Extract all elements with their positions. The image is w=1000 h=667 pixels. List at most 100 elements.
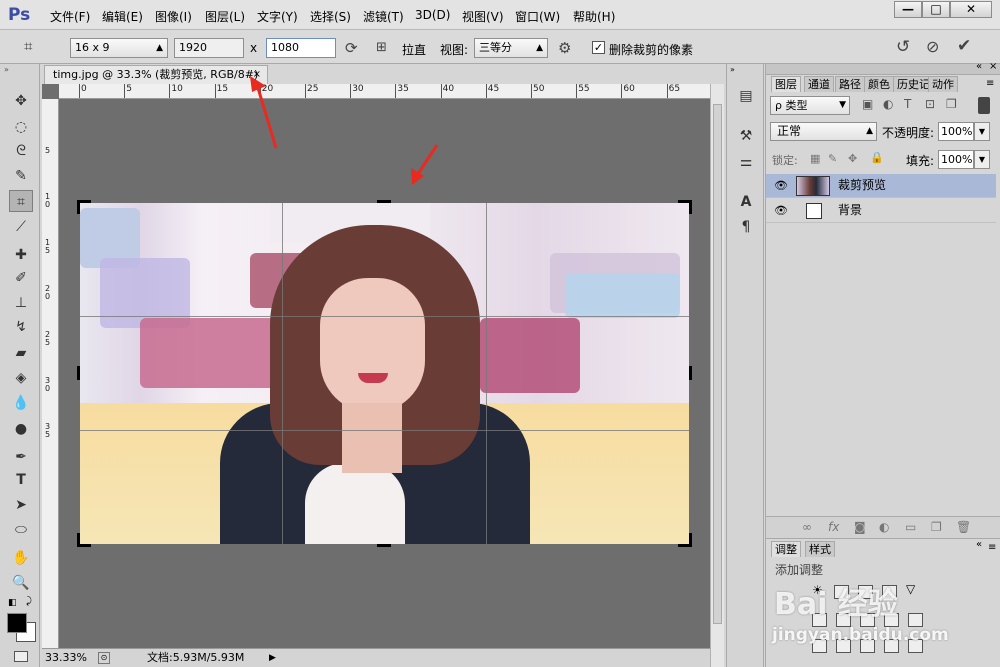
tab-adjustments[interactable]: 调整 xyxy=(771,541,801,557)
healing-brush-tool-icon[interactable]: ✚ xyxy=(9,244,33,266)
character-panel-icon[interactable]: A xyxy=(736,194,756,214)
type-filter-icon[interactable]: T xyxy=(904,97,911,111)
filter-toggle[interactable] xyxy=(978,97,990,114)
gear-icon[interactable]: ⚙ xyxy=(558,39,571,57)
crop-handle-left[interactable] xyxy=(77,366,80,380)
status-menu-arrow-icon[interactable]: ▶ xyxy=(269,649,276,667)
crop-handle-right[interactable] xyxy=(689,366,692,380)
brush-tool-icon[interactable]: ✐ xyxy=(9,267,33,289)
collapse-icon[interactable]: » xyxy=(730,65,735,74)
eraser-tool-icon[interactable]: ▰ xyxy=(9,342,33,364)
opacity-input[interactable]: 100% xyxy=(938,122,974,141)
panel-menu-icon[interactable]: ≡ xyxy=(986,78,994,89)
hand-tool-icon[interactable]: ✋ xyxy=(9,547,33,569)
tab-channels[interactable]: 通道 xyxy=(804,76,834,92)
fill-dropdown-icon[interactable]: ▼ xyxy=(974,150,990,169)
ratio-preset-select[interactable]: 16 x 9 ▲ xyxy=(70,38,168,58)
brush-presets-icon[interactable]: ⚌ xyxy=(736,154,756,174)
crop-tool-icon[interactable]: ⌗ xyxy=(24,37,32,55)
tab-color[interactable]: 颜色 xyxy=(864,76,894,92)
crop-handle-bottom[interactable] xyxy=(377,544,391,547)
lock-pixels-icon[interactable]: ✎ xyxy=(828,152,837,165)
new-layer-icon[interactable]: ❐ xyxy=(931,520,942,534)
history-panel-icon[interactable]: ▤ xyxy=(736,88,756,108)
close-window-button[interactable]: ✕ xyxy=(950,1,992,18)
share-icon[interactable]: ⊙ xyxy=(98,652,110,664)
quick-select-tool-icon[interactable]: ✎ xyxy=(9,165,33,187)
crop-handle-top-left[interactable] xyxy=(77,200,91,214)
zoom-tool-icon[interactable]: 🔍 xyxy=(9,572,33,594)
ellipse-tool-icon[interactable]: ⬭ xyxy=(9,519,33,541)
lock-transparent-icon[interactable]: ▦ xyxy=(810,152,820,165)
tab-paths[interactable]: 路径 xyxy=(835,76,865,92)
type-tool-icon[interactable]: T xyxy=(9,469,33,491)
commit-crop-icon[interactable]: ✔ xyxy=(957,36,971,56)
menu-select[interactable]: 选择(S) xyxy=(310,8,351,25)
layer-row-crop-preview[interactable]: 👁 裁剪预览 xyxy=(766,174,996,198)
crop-handle-bottom-left[interactable] xyxy=(77,533,91,547)
lock-position-icon[interactable]: ✥ xyxy=(848,152,857,165)
close-icon[interactable]: × xyxy=(253,66,261,84)
crop-height-input[interactable]: 1080 xyxy=(266,38,336,58)
crop-handle-bottom-right[interactable] xyxy=(678,533,692,547)
layer-style-icon[interactable]: fx xyxy=(828,520,839,534)
reset-crop-icon[interactable]: ↺ xyxy=(896,37,910,57)
menu-window[interactable]: 窗口(W) xyxy=(515,8,560,25)
opacity-dropdown-icon[interactable]: ▼ xyxy=(974,122,990,141)
crop-handle-top[interactable] xyxy=(377,200,391,203)
layer-kind-filter[interactable]: ρ 类型 ▼ xyxy=(770,96,850,115)
zoom-level[interactable]: 33.33% xyxy=(45,649,87,667)
swap-colors-icon[interactable]: ⤸ xyxy=(26,596,32,607)
straighten-icon[interactable]: ⊞ xyxy=(376,40,387,55)
dodge-tool-icon[interactable]: ● xyxy=(9,418,33,440)
layer-name[interactable]: 背景 xyxy=(838,199,862,222)
menu-image[interactable]: 图像(I) xyxy=(155,8,192,25)
pixel-filter-icon[interactable]: ▣ xyxy=(862,97,873,111)
scrollbar-thumb[interactable] xyxy=(713,104,722,624)
swap-dimensions-icon[interactable]: ⟳ xyxy=(345,39,358,57)
blend-mode-select[interactable]: 正常 ▲ xyxy=(770,122,877,141)
menu-filter[interactable]: 滤镜(T) xyxy=(363,8,404,25)
crop-tool-button[interactable]: ⌗ xyxy=(9,190,33,212)
lasso-tool-icon[interactable]: ᘓ xyxy=(9,140,33,162)
history-brush-tool-icon[interactable]: ↯ xyxy=(9,316,33,338)
path-select-tool-icon[interactable]: ➤ xyxy=(9,494,33,516)
clone-stamp-tool-icon[interactable]: ⊥ xyxy=(9,292,33,314)
menu-view[interactable]: 视图(V) xyxy=(462,8,504,25)
cancel-crop-icon[interactable]: ⊘ xyxy=(926,37,939,56)
shape-filter-icon[interactable]: ⊡ xyxy=(925,97,935,111)
delete-cropped-label[interactable]: 删除裁剪的像素 xyxy=(609,41,693,58)
blur-tool-icon[interactable]: 💧 xyxy=(9,392,33,414)
quick-mask-icon[interactable] xyxy=(14,651,28,662)
crop-handle-top-right[interactable] xyxy=(678,200,692,214)
close-icon[interactable]: × xyxy=(989,61,997,72)
add-mask-icon[interactable]: ◙ xyxy=(854,520,866,534)
overlay-view-select[interactable]: 三等分 ▲ xyxy=(474,38,548,58)
adjustment-filter-icon[interactable]: ◐ xyxy=(883,97,893,111)
collapse-icon[interactable]: « xyxy=(976,539,982,550)
visibility-eye-icon[interactable]: 👁 xyxy=(774,174,788,197)
collapse-icon[interactable]: » xyxy=(4,65,9,74)
menu-layer[interactable]: 图层(L) xyxy=(205,8,245,25)
menu-3d[interactable]: 3D(D) xyxy=(415,8,450,22)
vertical-scrollbar[interactable] xyxy=(710,84,724,667)
foreground-color-swatch[interactable] xyxy=(7,613,27,633)
menu-edit[interactable]: 编辑(E) xyxy=(102,8,143,25)
new-adjustment-icon[interactable]: ◐ xyxy=(879,520,889,534)
move-tool-icon[interactable]: ✥ xyxy=(9,90,33,112)
visibility-eye-icon[interactable]: 👁 xyxy=(774,199,788,222)
crop-preview-image[interactable] xyxy=(80,203,689,544)
layer-name[interactable]: 裁剪预览 xyxy=(838,174,886,197)
menu-file[interactable]: 文件(F) xyxy=(50,8,90,25)
delete-cropped-checkbox[interactable]: ✓ xyxy=(592,41,605,54)
tab-layers[interactable]: 图层 xyxy=(771,76,801,92)
paint-bucket-tool-icon[interactable]: ◈ xyxy=(9,367,33,389)
document-tab[interactable]: timg.jpg @ 33.3% (裁剪预览, RGB/8#) × xyxy=(44,65,268,84)
collapse-icon[interactable]: « xyxy=(976,61,982,72)
marquee-tool-icon[interactable]: ◌ xyxy=(9,116,33,138)
vibrance-icon[interactable]: ▽ xyxy=(906,582,915,596)
tab-actions[interactable]: 动作 xyxy=(928,76,958,92)
minimize-button[interactable]: — xyxy=(894,1,922,18)
eyedropper-tool-icon[interactable]: ⟋ xyxy=(9,216,33,238)
lock-all-icon[interactable]: 🔒 xyxy=(870,151,884,164)
